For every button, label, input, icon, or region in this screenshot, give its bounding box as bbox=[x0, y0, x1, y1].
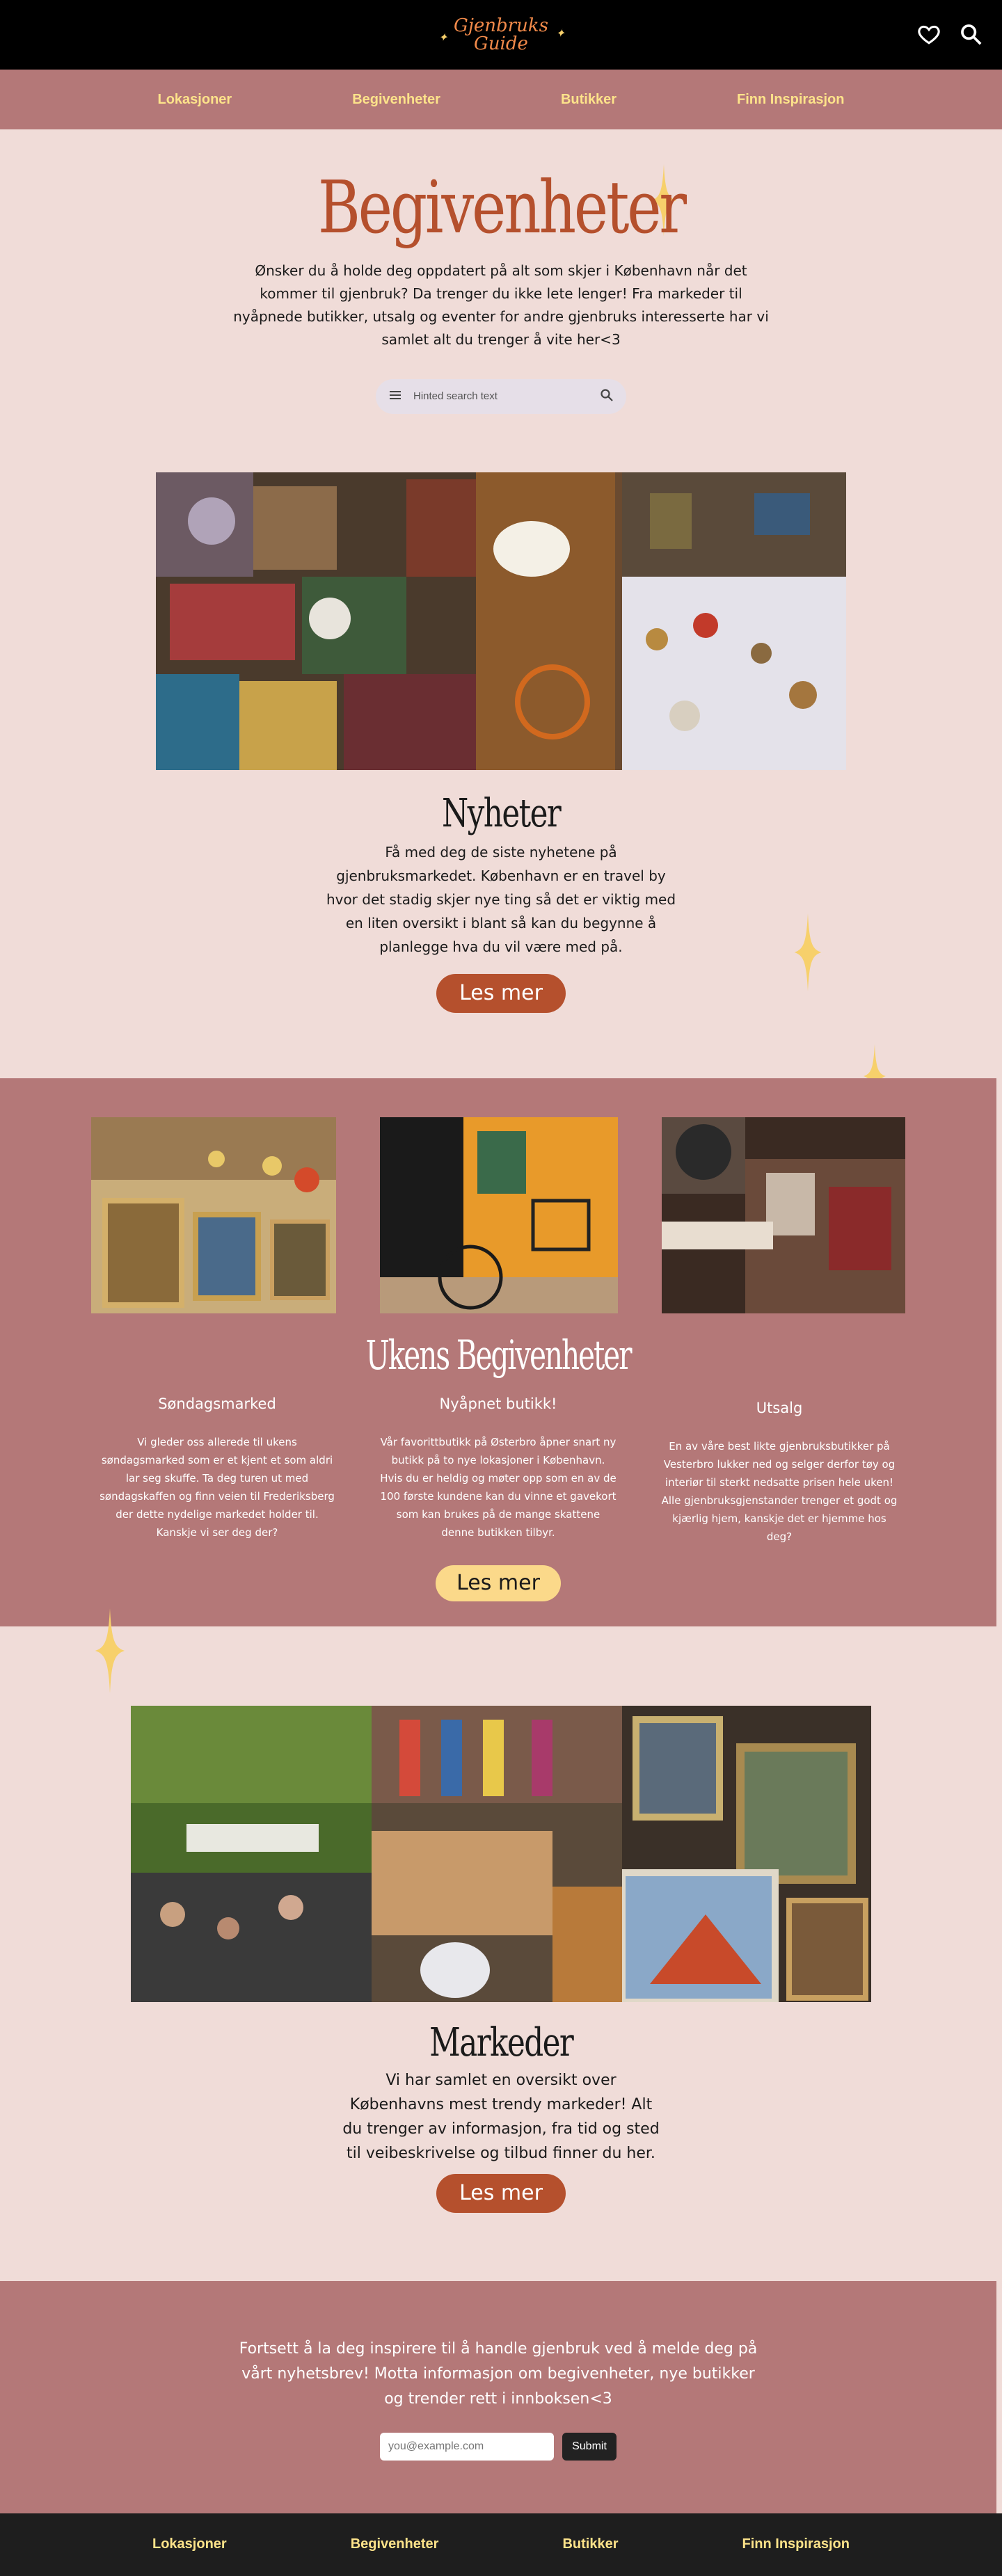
newsletter-section: Fortsett å la deg inspirere til å handle… bbox=[0, 2280, 996, 2513]
logo[interactable]: ✦ Gjenbruks Guide ✦ bbox=[438, 15, 565, 54]
nav-item-butikker[interactable]: Butikker bbox=[561, 92, 617, 108]
main-nav: Lokasjoner Begivenheter Butikker Finn In… bbox=[0, 70, 1002, 129]
news-section: Nyheter Få med deg de siste nyhetene på … bbox=[0, 414, 1002, 1108]
newsletter-text: Fortsett å la deg inspirere til å handle… bbox=[239, 2339, 758, 2408]
weekly-events-list: Søndagsmarked Vi gleder oss allerede til… bbox=[0, 1395, 996, 1546]
nav-item-lokasjoner[interactable]: Lokasjoner bbox=[158, 92, 232, 108]
site-header: ✦ Gjenbruks Guide ✦ Lokasjoner Begivenhe… bbox=[0, 0, 1002, 129]
event-title: Nyåpnet butikk! bbox=[439, 1395, 557, 1412]
star-icon bbox=[95, 1608, 125, 1693]
markets-title: Markeder bbox=[429, 2019, 574, 2065]
event-text: Vår favorittbutikk på Østerbro åpner sna… bbox=[380, 1435, 617, 1539]
submit-button[interactable]: Submit bbox=[562, 2432, 617, 2461]
markets-read-more-button[interactable]: Les mer bbox=[436, 2173, 566, 2213]
sparkle-icon: ✦ bbox=[555, 26, 565, 40]
antiques-image bbox=[476, 472, 846, 770]
event-card: Søndagsmarked Vi gleder oss allerede til… bbox=[99, 1395, 335, 1546]
outdoor-market-image bbox=[131, 1705, 372, 2002]
markets-text: Vi har samlet en oversikt over København… bbox=[342, 2071, 660, 2162]
nav-item-finn-inspirasjon[interactable]: Finn Inspirasjon bbox=[737, 92, 844, 108]
news-read-more-button[interactable]: Les mer bbox=[436, 973, 566, 1013]
intro-text: Ønsker du å holde deg oppdatert på alt s… bbox=[233, 262, 769, 348]
star-icon bbox=[794, 913, 822, 991]
event-text: Vi gleder oss allerede til ukens søndags… bbox=[100, 1435, 335, 1539]
event-card: Utsalg En av våre best likte gjenbruksbu… bbox=[661, 1400, 898, 1546]
logo-line-2: Guide bbox=[474, 33, 528, 54]
market-table-image bbox=[156, 472, 476, 770]
search-input[interactable]: Hinted search text bbox=[413, 390, 589, 402]
bicycle-image bbox=[379, 1117, 618, 1313]
footer-nav-item-finn-inspirasjon[interactable]: Finn Inspirasjon bbox=[742, 2536, 850, 2552]
news-title: Nyheter bbox=[441, 790, 562, 836]
newsletter-form: Submit bbox=[0, 2432, 996, 2461]
footer-nav: Lokasjoner Begivenheter Butikker Finn In… bbox=[0, 2513, 1002, 2576]
markets-section: Markeder Vi har samlet en oversikt over … bbox=[0, 1608, 1002, 2213]
event-card: Nyåpnet butikk! Vår favorittbutikk på Øs… bbox=[380, 1395, 617, 1546]
heart-icon[interactable] bbox=[917, 22, 941, 49]
weekly-read-more-button[interactable]: Les mer bbox=[436, 1565, 561, 1601]
flea-market-collage bbox=[156, 472, 846, 770]
nav-item-begivenheter[interactable]: Begivenheter bbox=[352, 92, 440, 108]
sparkle-icon: ✦ bbox=[438, 31, 448, 44]
footer-nav-item-butikker[interactable]: Butikker bbox=[562, 2536, 618, 2552]
top-bar: ✦ Gjenbruks Guide ✦ bbox=[0, 0, 1002, 70]
search-icon[interactable] bbox=[600, 388, 614, 405]
weekly-events-images bbox=[0, 1117, 996, 1313]
weekly-events-section: Ukens Begivenheter Søndagsmarked Vi gled… bbox=[0, 1078, 996, 1626]
page-title: Begivenheter bbox=[317, 165, 687, 250]
event-text: En av våre best likte gjenbruksbutikker … bbox=[661, 1439, 898, 1543]
news-text: Få med deg de siste nyhetene på gjenbruk… bbox=[326, 843, 676, 955]
email-field[interactable] bbox=[380, 2432, 554, 2461]
records-image bbox=[661, 1117, 905, 1313]
footer-nav-item-lokasjoner[interactable]: Lokasjoner bbox=[152, 2536, 227, 2552]
logo-line-1: Gjenbruks bbox=[454, 15, 548, 36]
footer-nav-item-begivenheter[interactable]: Begivenheter bbox=[351, 2536, 439, 2552]
markets-collage bbox=[131, 1705, 871, 2002]
menu-icon[interactable] bbox=[388, 388, 402, 405]
paintings-image bbox=[622, 1705, 871, 2002]
sunday-market-image bbox=[91, 1117, 337, 1313]
event-title: Utsalg bbox=[756, 1399, 803, 1416]
event-title: Søndagsmarked bbox=[158, 1395, 276, 1412]
search-icon[interactable] bbox=[959, 22, 983, 49]
books-market-image bbox=[372, 1705, 622, 2002]
hero-section: Begivenheter Ønsker du å holde deg oppda… bbox=[0, 129, 1002, 414]
header-icons bbox=[917, 22, 983, 49]
weekly-events-title: Ukens Begivenheter bbox=[365, 1331, 633, 1379]
search-bar[interactable]: Hinted search text bbox=[376, 378, 626, 414]
